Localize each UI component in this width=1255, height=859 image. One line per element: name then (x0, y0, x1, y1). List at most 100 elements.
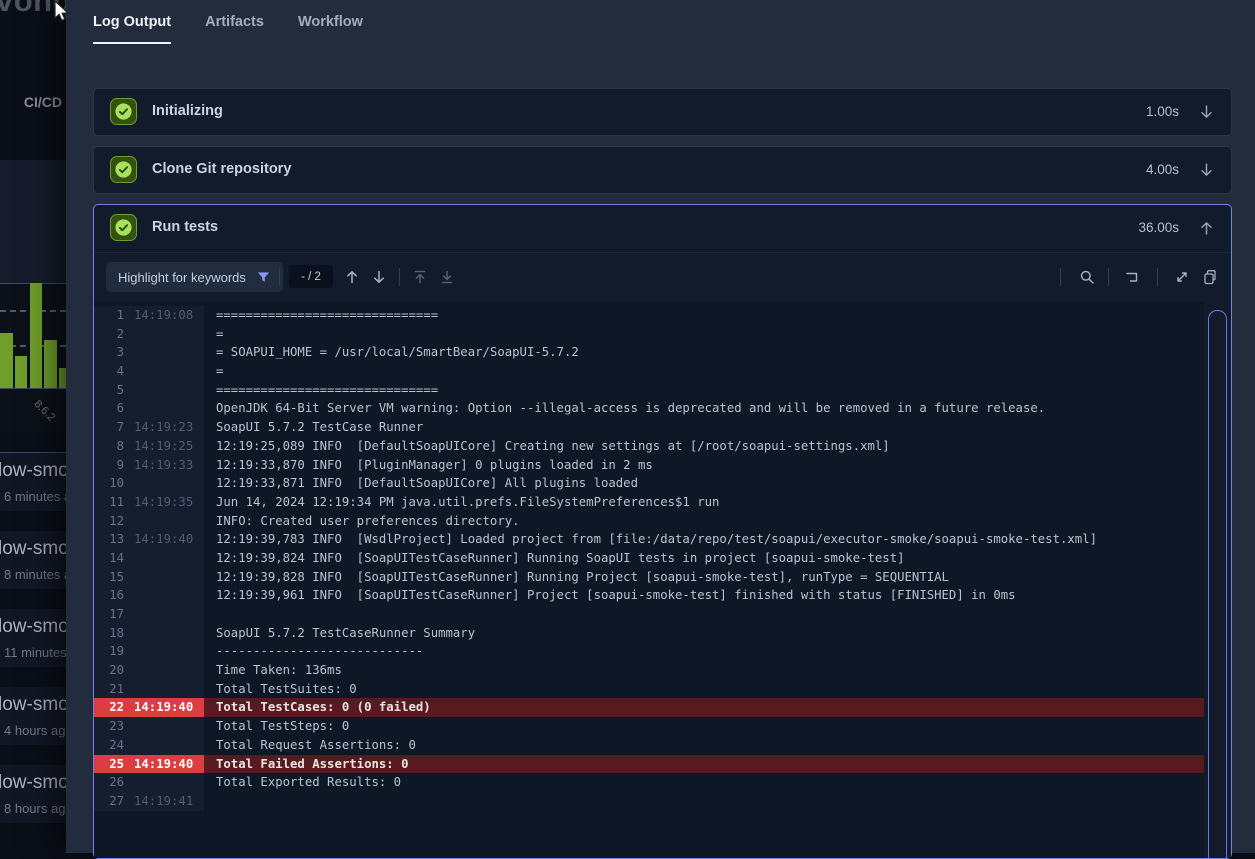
line-timestamp: 14:19:40 (124, 755, 204, 774)
line-text (204, 605, 1204, 624)
line-text: SoapUI 5.7.2 TestCaseRunner Summary (204, 624, 1204, 643)
line-text: Total Exported Results: 0 (204, 773, 1204, 792)
log-toolbar: Highlight for keywords - / 2 (94, 253, 1231, 301)
chevron-down-icon[interactable] (1198, 103, 1215, 121)
line-text: Total TestSuites: 0 (204, 680, 1204, 699)
stage-duration: 1.00s (1146, 104, 1179, 119)
log-scrollbar-thumb[interactable] (1208, 310, 1227, 858)
tab-workflow[interactable]: Workflow (298, 14, 363, 44)
line-timestamp: 14:19:40 (124, 530, 204, 549)
stage-title: Run tests (152, 219, 218, 235)
log-line[interactable]: 20 Time Taken: 136ms (94, 661, 1204, 680)
line-timestamp (124, 549, 204, 568)
line-timestamp: 14:19:41 (124, 792, 204, 811)
chevron-up-icon[interactable] (1198, 219, 1215, 237)
line-text: ---------------------------- (204, 642, 1204, 661)
stage-duration: 4.00s (1146, 162, 1179, 177)
log-line[interactable]: 17 (94, 605, 1204, 624)
search-icon[interactable] (1079, 269, 1095, 285)
toolbar-divider (1157, 268, 1158, 286)
line-timestamp (124, 605, 204, 624)
stage-card-initializing[interactable]: Initializing 1.00s (93, 88, 1232, 136)
log-line[interactable]: 4 = (94, 362, 1204, 381)
line-number: 13 (94, 530, 124, 549)
line-text: SoapUI 5.7.2 TestCase Runner (204, 418, 1204, 437)
execution-list-item[interactable]: low-smok 4 hours ago (0, 687, 66, 745)
log-line[interactable]: 19 ---------------------------- (94, 642, 1204, 661)
chart-bar (44, 340, 57, 388)
stage-card-run-tests: Run tests 36.00s Highlight for keywords … (93, 204, 1232, 859)
line-timestamp (124, 325, 204, 344)
log-line[interactable]: 15 12:19:39,828 INFO [SoapUITestCaseRunn… (94, 568, 1204, 587)
line-text: 12:19:39,824 INFO [SoapUITestCaseRunner]… (204, 549, 1204, 568)
line-number: 8 (94, 437, 124, 456)
line-number: 16 (94, 586, 124, 605)
tab-log-output[interactable]: Log Output (93, 14, 171, 44)
jump-to-bottom-icon[interactable] (439, 269, 455, 285)
log-line[interactable]: 5 ============================== (94, 381, 1204, 400)
log-line[interactable]: 1 14:19:08 =============================… (94, 306, 1204, 325)
success-check-icon (110, 98, 137, 125)
log-lines: 1 14:19:08 =============================… (94, 306, 1204, 811)
tab-artifacts[interactable]: Artifacts (205, 14, 264, 44)
log-line[interactable]: 9 14:19:33 12:19:33,870 INFO [PluginMana… (94, 456, 1204, 475)
line-text: OpenJDK 64-Bit Server VM warning: Option… (204, 399, 1204, 418)
chart-bar (0, 333, 13, 388)
line-text: ============================== (204, 306, 1204, 325)
line-number: 11 (94, 493, 124, 512)
log-line[interactable]: 11 14:19:35 Jun 14, 2024 12:19:34 PM jav… (94, 493, 1204, 512)
log-line[interactable]: 16 12:19:39,961 INFO [SoapUITestCaseRunn… (94, 586, 1204, 605)
line-number: 25 (94, 755, 124, 774)
log-line[interactable]: 26 Total Exported Results: 0 (94, 773, 1204, 792)
log-line[interactable]: 21 Total TestSuites: 0 (94, 680, 1204, 699)
log-line[interactable]: 27 14:19:41 (94, 792, 1204, 811)
log-line[interactable]: 14 12:19:39,824 INFO [SoapUITestCaseRunn… (94, 549, 1204, 568)
log-line[interactable]: 12 INFO: Created user preferences direct… (94, 512, 1204, 531)
background-page: vonq CI/CD 8.6.2 low-smok 6 minutes ago … (0, 0, 66, 853)
line-timestamp (124, 586, 204, 605)
execution-list-item[interactable]: low-smok 11 minutes ago (0, 609, 66, 667)
line-number: 14 (94, 549, 124, 568)
log-scrollbar-track[interactable] (1204, 302, 1231, 858)
log-line[interactable]: 2 = (94, 325, 1204, 344)
log-line[interactable]: 25 14:19:40 Total Failed Assertions: 0 (94, 755, 1204, 774)
execution-name: low-smok (0, 538, 66, 560)
jump-to-top-icon[interactable] (412, 269, 428, 285)
log-line[interactable]: 6 OpenJDK 64-Bit Server VM warning: Opti… (94, 399, 1204, 418)
line-timestamp: 14:19:25 (124, 437, 204, 456)
wrap-lines-icon[interactable] (1124, 269, 1140, 285)
copy-icon[interactable] (1202, 269, 1218, 285)
expand-fullscreen-icon[interactable] (1174, 269, 1190, 285)
log-line[interactable]: 7 14:19:23 SoapUI 5.7.2 TestCase Runner (94, 418, 1204, 437)
chevron-down-icon[interactable] (1198, 161, 1215, 179)
stage-title: Initializing (152, 103, 223, 119)
execution-list-item[interactable]: low-smok 8 minutes ago (0, 531, 66, 589)
success-check-icon (110, 156, 137, 183)
stage-header-run-tests[interactable]: Run tests 36.00s (94, 205, 1231, 253)
line-text: 12:19:39,783 INFO [WsdlProject] Loaded p… (204, 530, 1204, 549)
nav-label-cicd[interactable]: CI/CD (0, 94, 62, 110)
log-line[interactable]: 10 12:19:33,871 INFO [DefaultSoapUICore]… (94, 474, 1204, 493)
mouse-cursor (53, 0, 75, 26)
log-line[interactable]: 8 14:19:25 12:19:25,089 INFO [DefaultSoa… (94, 437, 1204, 456)
log-line[interactable]: 13 14:19:40 12:19:39,783 INFO [WsdlProje… (94, 530, 1204, 549)
log-line[interactable]: 3 = SOAPUI_HOME = /usr/local/SmartBear/S… (94, 343, 1204, 362)
line-text: Total Request Assertions: 0 (204, 736, 1204, 755)
keyword-highlight-input[interactable]: Highlight for keywords (106, 262, 283, 292)
execution-list-item[interactable]: low-smok 6 minutes ago (0, 453, 66, 511)
stage-card-clone-git[interactable]: Clone Git repository 4.00s (93, 146, 1232, 194)
prev-match-arrow-up-icon[interactable] (344, 269, 360, 285)
line-number: 3 (94, 343, 124, 362)
execution-time: 6 minutes ago (4, 489, 66, 504)
line-timestamp: 14:19:23 (124, 418, 204, 437)
log-line[interactable]: 23 Total TestSteps: 0 (94, 717, 1204, 736)
log-line[interactable]: 18 SoapUI 5.7.2 TestCaseRunner Summary (94, 624, 1204, 643)
execution-time: 4 hours ago (4, 723, 66, 738)
log-line[interactable]: 22 14:19:40 Total TestCases: 0 (0 failed… (94, 698, 1204, 717)
next-match-arrow-down-icon[interactable] (371, 269, 387, 285)
line-timestamp (124, 568, 204, 587)
line-number: 24 (94, 736, 124, 755)
line-text: 12:19:39,961 INFO [SoapUITestCaseRunner]… (204, 586, 1204, 605)
execution-list-item[interactable]: low-smok 8 hours ago (0, 765, 66, 823)
log-line[interactable]: 24 Total Request Assertions: 0 (94, 736, 1204, 755)
